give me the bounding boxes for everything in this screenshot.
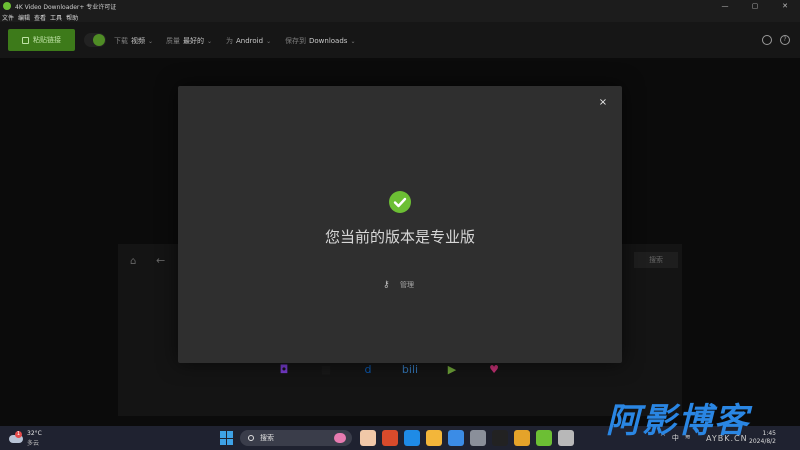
taskbar-app-icon[interactable] bbox=[558, 430, 574, 446]
smart-mode-toggle[interactable] bbox=[84, 33, 106, 47]
watermark-domain: AYBK.CN bbox=[706, 434, 748, 443]
vimeo-icon[interactable]: ■ bbox=[315, 360, 337, 380]
menu-file[interactable]: 文件 bbox=[2, 13, 14, 22]
close-window-button[interactable]: ✕ bbox=[770, 0, 800, 12]
taskbar-apps bbox=[360, 430, 574, 446]
twitch-icon[interactable]: ◘ bbox=[273, 360, 295, 380]
manage-license-link[interactable]: ⚷ 管理 bbox=[383, 280, 414, 290]
minimize-button[interactable]: — bbox=[710, 0, 740, 12]
clipboard-icon bbox=[22, 36, 29, 44]
paste-link-button[interactable]: 粘贴链接 bbox=[8, 29, 75, 51]
format-value: Android bbox=[236, 37, 264, 45]
download-type-value: 视频 bbox=[131, 37, 145, 45]
penguin-app-icon[interactable] bbox=[492, 430, 508, 446]
chevron-down-icon: ⌄ bbox=[148, 37, 154, 45]
site-shortcuts: ◘ ■ d bili ▶ ♥ bbox=[273, 360, 505, 380]
search-highlight-icon bbox=[334, 433, 346, 443]
save-location-label: 保存到 bbox=[285, 37, 306, 45]
quality-select[interactable]: 质量 最好的 ⌄ bbox=[166, 36, 212, 46]
taskbar-search[interactable]: 搜索 bbox=[240, 430, 352, 446]
weather-icon[interactable]: 1 bbox=[9, 431, 25, 443]
menu-bar: 文件 编辑 查看 工具 帮助 bbox=[0, 12, 800, 22]
taskbar-search-placeholder: 搜索 bbox=[260, 434, 274, 442]
menu-edit[interactable]: 编辑 bbox=[18, 13, 30, 22]
title-bar: 4K Video Downloader+ 专业许可证 — ▢ ✕ bbox=[0, 0, 800, 12]
check-icon bbox=[389, 191, 411, 213]
taskbar-app-icon[interactable] bbox=[382, 430, 398, 446]
dailymotion-icon[interactable]: d bbox=[357, 360, 379, 380]
search-icon bbox=[248, 435, 254, 441]
window-title: 4K Video Downloader+ 专业许可证 bbox=[15, 3, 117, 11]
watermark-logo: 阿影博客 AYBK.CN bbox=[604, 398, 800, 450]
maximize-button[interactable]: ▢ bbox=[740, 0, 770, 12]
start-icon[interactable] bbox=[220, 431, 234, 445]
security-app-icon[interactable] bbox=[514, 430, 530, 446]
quality-label: 质量 bbox=[166, 37, 180, 45]
key-icon: ⚷ bbox=[383, 280, 390, 290]
license-message: 您当前的版本是专业版 bbox=[324, 228, 475, 246]
taskbar-app-icon[interactable] bbox=[360, 430, 376, 446]
menu-tools[interactable]: 工具 bbox=[50, 13, 62, 22]
likee-icon[interactable]: ♥ bbox=[483, 360, 505, 380]
save-location-value: Downloads bbox=[309, 37, 348, 45]
bilibili-icon[interactable]: bili bbox=[399, 360, 421, 380]
format-label: 为 bbox=[226, 37, 233, 45]
app-toolbar: 粘贴链接 下载 视频 ⌄ 质量 最好的 ⌄ 为 Android ⌄ 保存到 Do… bbox=[0, 22, 800, 58]
manage-label: 管理 bbox=[400, 281, 414, 289]
chevron-down-icon: ⌄ bbox=[207, 37, 213, 45]
download-type-select[interactable]: 下载 视频 ⌄ bbox=[114, 36, 153, 46]
chevron-down-icon: ⌄ bbox=[266, 37, 272, 45]
store-icon[interactable] bbox=[448, 430, 464, 446]
weather-temperature: 32°C bbox=[27, 430, 42, 437]
toggle-knob bbox=[93, 34, 105, 46]
app-logo-icon bbox=[3, 2, 11, 10]
gear-icon[interactable] bbox=[762, 35, 772, 45]
4k-downloader-app-icon[interactable] bbox=[536, 430, 552, 446]
browser-search-button[interactable]: 搜索 bbox=[634, 252, 678, 268]
weather-description: 多云 bbox=[27, 440, 40, 447]
window-controls: — ▢ ✕ bbox=[710, 0, 800, 12]
chevron-down-icon: ⌄ bbox=[350, 37, 356, 45]
rumble-icon[interactable]: ▶ bbox=[441, 360, 463, 380]
back-arrow-icon[interactable]: ← bbox=[156, 254, 165, 267]
paste-link-label: 粘贴链接 bbox=[33, 36, 61, 44]
license-dialog: × 您当前的版本是专业版 ⚷ 管理 bbox=[178, 86, 622, 363]
notification-badge: 1 bbox=[15, 431, 22, 438]
help-icon[interactable]: ? bbox=[780, 35, 790, 45]
close-icon[interactable]: × bbox=[596, 96, 610, 110]
format-select[interactable]: 为 Android ⌄ bbox=[226, 36, 271, 46]
download-type-label: 下载 bbox=[114, 37, 128, 45]
settings-app-icon[interactable] bbox=[470, 430, 486, 446]
menu-view[interactable]: 查看 bbox=[34, 13, 46, 22]
quality-value: 最好的 bbox=[183, 37, 204, 45]
home-icon[interactable]: ⌂ bbox=[130, 256, 136, 267]
menu-help[interactable]: 帮助 bbox=[66, 13, 78, 22]
save-location-select[interactable]: 保存到 Downloads ⌄ bbox=[285, 36, 355, 46]
edge-icon[interactable] bbox=[404, 430, 420, 446]
file-explorer-icon[interactable] bbox=[426, 430, 442, 446]
